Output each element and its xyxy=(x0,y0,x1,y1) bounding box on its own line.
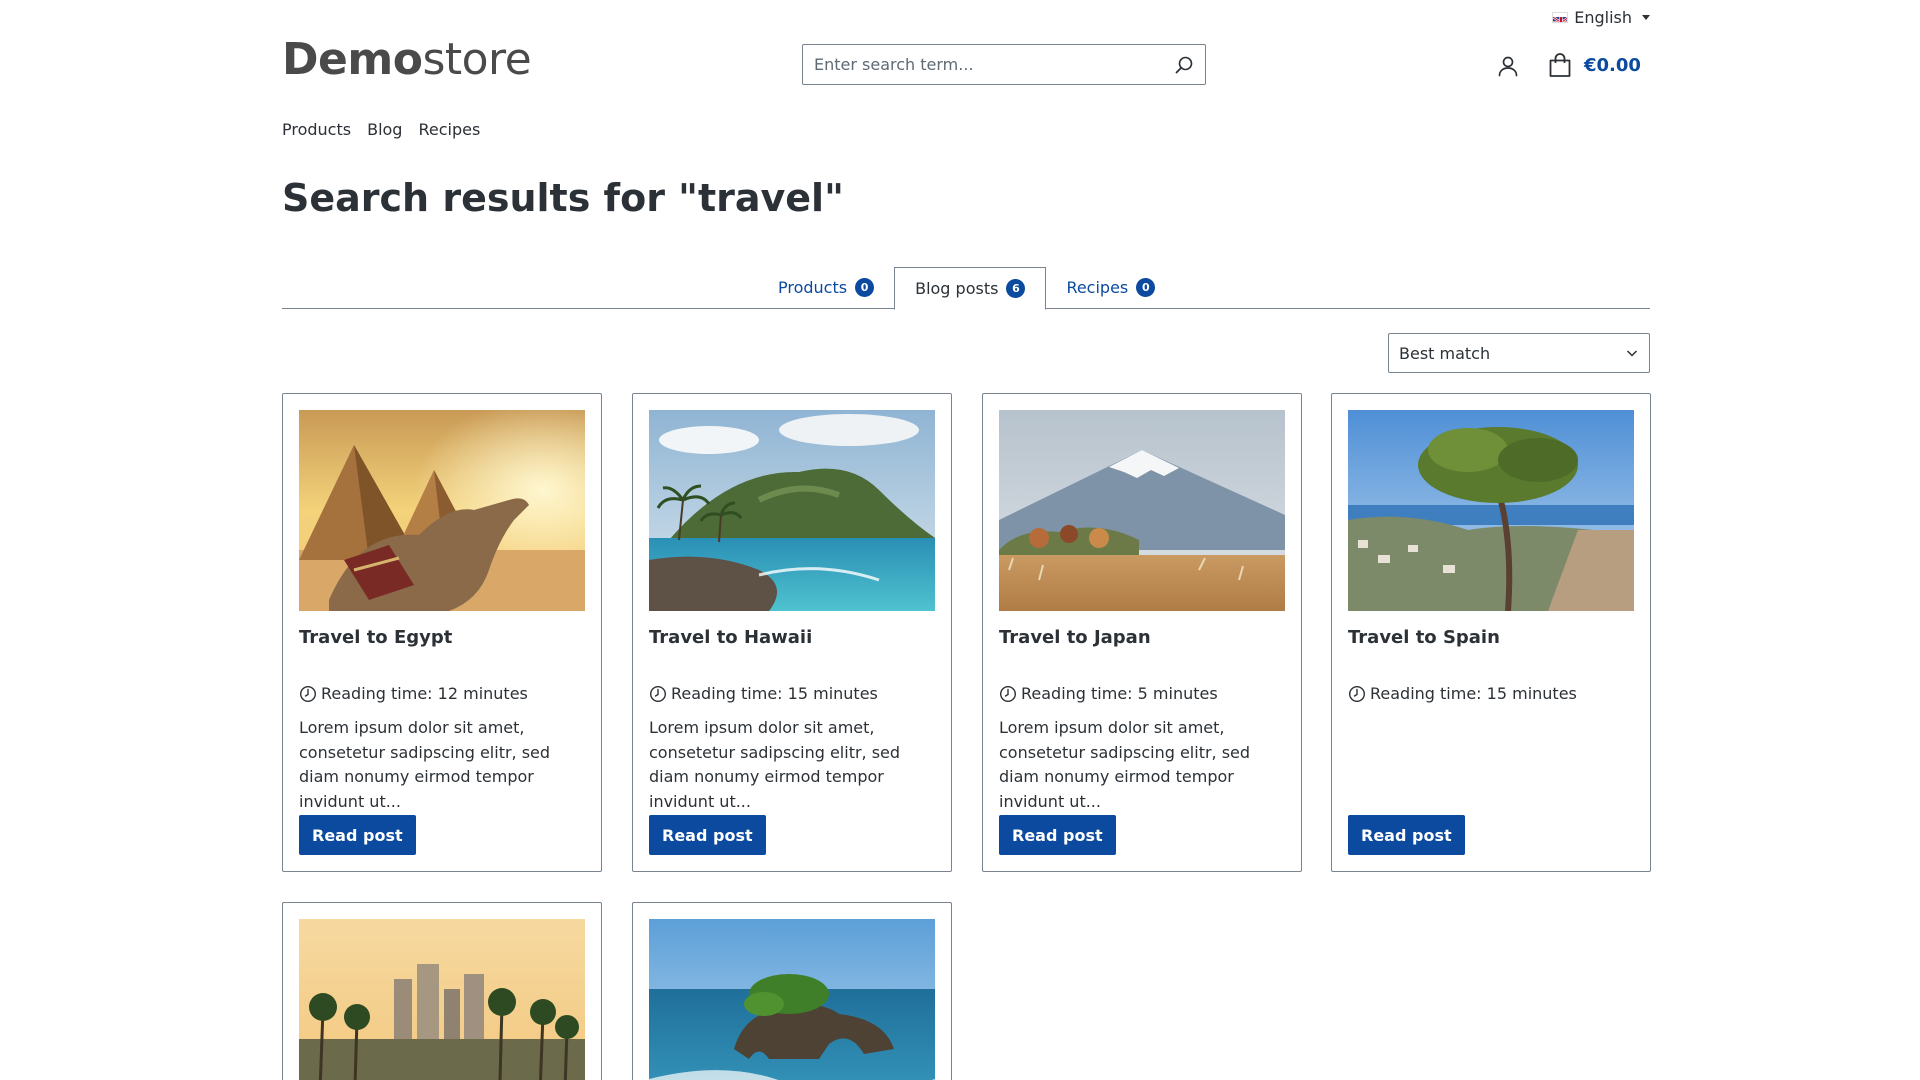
post-excerpt: Lorem ipsum dolor sit amet, consetetur s… xyxy=(299,718,551,811)
search-input[interactable] xyxy=(803,45,1163,84)
los-angeles-skyline-image[interactable] xyxy=(299,919,585,1080)
cart-total: €0.00 xyxy=(1584,54,1641,76)
post-title[interactable]: Travel to Hawaii xyxy=(649,627,812,648)
tab-blog-posts[interactable]: Blog posts 6 xyxy=(894,267,1047,310)
post-title[interactable]: Travel to Spain xyxy=(1348,627,1500,648)
nav-item-blog[interactable]: Blog xyxy=(367,120,402,139)
count-badge: 0 xyxy=(855,278,875,297)
blog-card xyxy=(632,902,952,1080)
store-logo[interactable]: Demostore xyxy=(282,34,532,86)
shopping-bag-icon xyxy=(1549,53,1571,77)
count-badge: 0 xyxy=(1136,278,1156,297)
tab-label: Products xyxy=(778,278,848,297)
uk-flag-icon xyxy=(1552,12,1569,23)
nav-item-recipes[interactable]: Recipes xyxy=(418,120,480,139)
bali-rock-arch-image[interactable] xyxy=(649,919,935,1080)
account-button[interactable] xyxy=(1496,54,1520,78)
tab-label: Recipes xyxy=(1066,278,1129,297)
read-post-button[interactable]: Read post xyxy=(999,815,1116,855)
logo-light-text: store xyxy=(422,34,532,85)
post-title[interactable]: Travel to Egypt xyxy=(299,627,452,648)
blog-card: Travel to Egypt Reading time: 12 minutes… xyxy=(282,393,602,872)
user-icon xyxy=(1498,56,1518,77)
clock-icon xyxy=(299,685,317,702)
main-navigation: Products Blog Recipes xyxy=(282,120,480,139)
read-post-button[interactable]: Read post xyxy=(1348,815,1465,855)
caret-down-icon xyxy=(1642,15,1650,20)
tab-recipes[interactable]: Recipes 0 xyxy=(1046,266,1175,309)
sort-select[interactable]: Best match xyxy=(1388,333,1650,373)
egypt-pyramids-image[interactable] xyxy=(299,410,585,611)
read-post-button[interactable]: Read post xyxy=(649,815,766,855)
sort-selected-value: Best match xyxy=(1399,343,1491,363)
post-excerpt: Lorem ipsum dolor sit amet, consetetur s… xyxy=(649,718,901,811)
search-bar xyxy=(802,44,1206,85)
reading-time-text: Reading time: 15 minutes xyxy=(1370,684,1577,703)
reading-time-text: Reading time: 12 minutes xyxy=(321,684,528,703)
post-excerpt: Lorem ipsum dolor sit amet, consetetur s… xyxy=(999,718,1251,811)
count-badge: 6 xyxy=(1006,279,1026,298)
reading-time: Reading time: 12 minutes xyxy=(299,684,528,703)
clock-icon xyxy=(999,685,1017,702)
clock-icon xyxy=(1348,685,1366,702)
cart-button[interactable]: €0.00 xyxy=(1548,52,1641,78)
reading-time-text: Reading time: 15 minutes xyxy=(671,684,878,703)
blog-card: Travel to Hawaii Reading time: 15 minute… xyxy=(632,393,952,872)
blog-card: Travel to Spain Reading time: 15 minutes… xyxy=(1331,393,1651,872)
japan-mount-fuji-image[interactable] xyxy=(999,410,1285,611)
search-icon xyxy=(1175,56,1193,73)
result-tabs: Products 0 Blog posts 6 Recipes 0 xyxy=(758,266,1175,310)
nav-item-products[interactable]: Products xyxy=(282,120,351,139)
language-label: English xyxy=(1574,8,1632,27)
search-button[interactable] xyxy=(1163,45,1205,84)
language-switcher[interactable]: English xyxy=(1552,8,1650,27)
clock-icon xyxy=(649,685,667,702)
logo-bold-text: Demo xyxy=(282,34,423,85)
tab-products[interactable]: Products 0 xyxy=(758,266,894,309)
blog-card xyxy=(282,902,602,1080)
chevron-down-icon xyxy=(1626,350,1638,357)
spain-coast-tree-image[interactable] xyxy=(1348,410,1634,611)
blog-card: Travel to Japan Reading time: 5 minutes … xyxy=(982,393,1302,872)
reading-time: Reading time: 5 minutes xyxy=(999,684,1218,703)
reading-time: Reading time: 15 minutes xyxy=(1348,684,1577,703)
read-post-button[interactable]: Read post xyxy=(299,815,416,855)
hawaii-coast-image[interactable] xyxy=(649,410,935,611)
page-title: Search results for "travel" xyxy=(282,176,844,220)
tab-label: Blog posts xyxy=(915,279,999,298)
post-title[interactable]: Travel to Japan xyxy=(999,627,1151,648)
reading-time: Reading time: 15 minutes xyxy=(649,684,878,703)
reading-time-text: Reading time: 5 minutes xyxy=(1021,684,1218,703)
